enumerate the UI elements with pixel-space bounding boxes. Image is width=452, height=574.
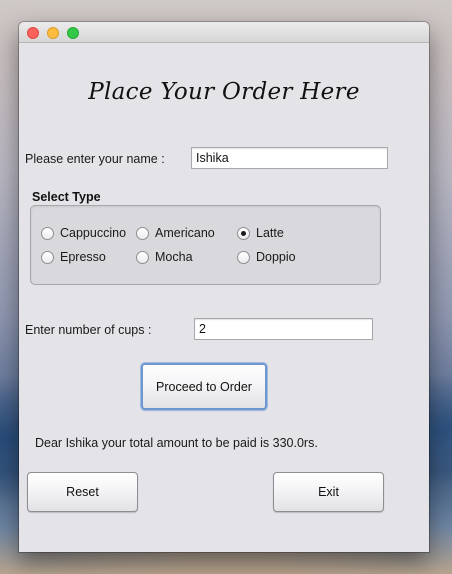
exit-button[interactable]: Exit (273, 472, 384, 512)
cups-label: Enter number of cups : (25, 323, 152, 337)
cups-input[interactable] (194, 318, 373, 340)
total-amount-message: Dear Ishika your total amount to be paid… (35, 436, 318, 450)
radio-label: Cappuccino (60, 226, 127, 240)
radio-mocha[interactable]: Mocha (136, 248, 193, 266)
name-input[interactable] (191, 147, 388, 169)
radio-label: Doppio (256, 250, 296, 264)
radio-label: Mocha (155, 250, 193, 264)
close-window-button[interactable] (27, 27, 39, 39)
radio-epresso[interactable]: Epresso (41, 248, 106, 266)
title-bar[interactable] (19, 22, 429, 43)
name-label: Please enter your name : (25, 152, 165, 166)
radio-circle[interactable] (136, 226, 149, 240)
radio-americano[interactable]: Americano (136, 224, 215, 242)
content-pane: Place Your Order Here Please enter your … (19, 43, 429, 552)
radio-circle[interactable] (237, 250, 250, 264)
radio-circle-selected[interactable] (237, 226, 250, 240)
radio-label: Epresso (60, 250, 106, 264)
page-title: Place Your Order Here (88, 79, 360, 105)
order-window: Place Your Order Here Please enter your … (19, 22, 429, 552)
proceed-to-order-button[interactable]: Proceed to Order (141, 363, 267, 410)
select-type-title: Select Type (32, 190, 101, 204)
radio-cappuccino[interactable]: Cappuccino (41, 224, 126, 242)
reset-button[interactable]: Reset (27, 472, 138, 512)
radio-circle[interactable] (41, 226, 54, 240)
radio-label: Latte (256, 226, 284, 240)
select-type-group (30, 205, 381, 285)
radio-circle[interactable] (41, 250, 54, 264)
radio-latte[interactable]: Latte (237, 224, 284, 242)
zoom-window-button[interactable] (67, 27, 79, 39)
radio-circle[interactable] (136, 250, 149, 264)
radio-doppio[interactable]: Doppio (237, 248, 296, 266)
minimize-window-button[interactable] (47, 27, 59, 39)
radio-label: Americano (155, 226, 215, 240)
